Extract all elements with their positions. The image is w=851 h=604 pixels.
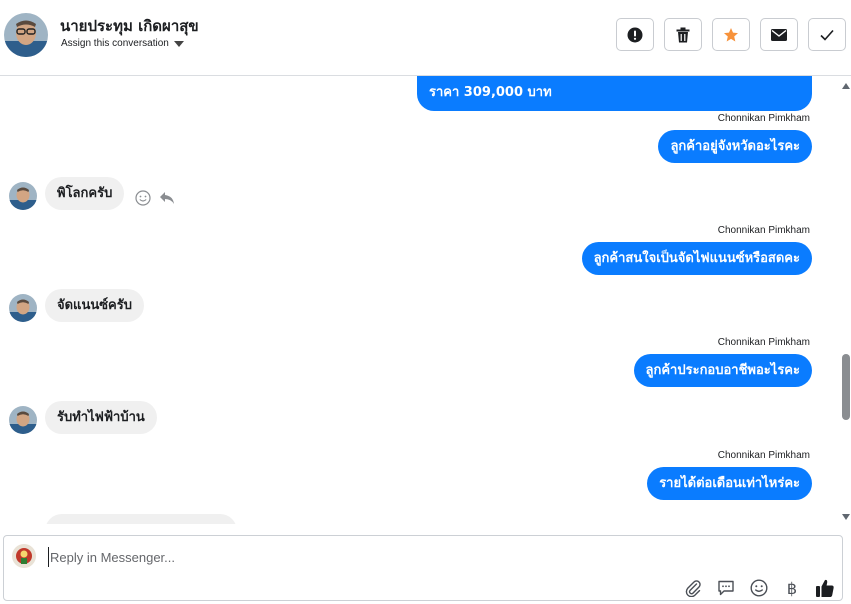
outgoing-message[interactable]: ลูกค้าประกอบอาชีพอะไรคะ: [633, 354, 812, 387]
thread-scrollbar[interactable]: [840, 76, 851, 524]
emoji-button[interactable]: [749, 578, 769, 598]
reply-input[interactable]: [48, 547, 648, 567]
conversation-actions: [616, 18, 846, 51]
scroll-down-arrow-icon[interactable]: [842, 514, 850, 520]
contact-avatar[interactable]: [4, 13, 48, 57]
page-avatar: [12, 544, 36, 568]
sender-name: Chonnikan Pimkham: [717, 450, 810, 461]
contact-name[interactable]: นายประทุม เกิดผาสุข: [60, 14, 199, 38]
assign-label: Assign this conversation: [61, 38, 169, 49]
mark-spam-button[interactable]: [616, 18, 654, 51]
sender-name: Chonnikan Pimkham: [717, 225, 810, 236]
reply-arrow-icon[interactable]: [159, 191, 175, 205]
incoming-message[interactable]: พิโลกครับ: [45, 177, 125, 210]
check-icon: [820, 29, 834, 41]
emoji-icon: [750, 579, 768, 597]
conversation-header: นายประทุม เกิดผาสุข Assign this conversa…: [0, 0, 851, 76]
incoming-message-partial[interactable]: [45, 514, 237, 524]
mark-unread-button[interactable]: [760, 18, 798, 51]
incoming-message[interactable]: รับทำไฟฟ้าบ้าน: [45, 401, 157, 434]
follow-up-button[interactable]: [712, 18, 750, 51]
reply-composer: ฿: [3, 535, 843, 601]
scroll-up-arrow-icon[interactable]: [842, 83, 850, 89]
composer-toolbar: ฿: [683, 578, 835, 598]
contact-avatar-small[interactable]: [9, 294, 37, 322]
envelope-icon: [771, 28, 787, 41]
outgoing-message[interactable]: ราคา 309,000 บาท: [417, 76, 812, 111]
saved-reply-icon: [718, 580, 734, 596]
incoming-message[interactable]: จัดแนนซ์ครับ: [45, 289, 144, 322]
outgoing-message[interactable]: ลูกค้าสนใจเป็นจัดไฟแนนซ์หรือสดคะ: [581, 242, 812, 275]
star-icon: [724, 27, 738, 42]
paperclip-icon: [685, 580, 701, 597]
scroll-thumb[interactable]: [842, 354, 850, 420]
message-hover-tools: [135, 190, 175, 206]
exclamation-icon: [627, 27, 643, 42]
contact-avatar-small[interactable]: [9, 406, 37, 434]
send-like-button[interactable]: [815, 578, 835, 598]
mark-done-button[interactable]: [808, 18, 846, 51]
messenger-inbox: นายประทุม เกิดผาสุข Assign this conversa…: [0, 0, 851, 604]
outgoing-message[interactable]: รายได้ต่อเดือนเท่าไหร่คะ: [647, 467, 812, 500]
react-emoji-icon[interactable]: [135, 190, 151, 206]
payment-button[interactable]: ฿: [782, 578, 802, 598]
contact-avatar-small[interactable]: [9, 182, 37, 210]
attach-file-button[interactable]: [683, 578, 703, 598]
outgoing-message[interactable]: ลูกค้าอยู่จังหวัดอะไรคะ: [658, 130, 812, 163]
message-thread[interactable]: ราคา 309,000 บาท Chonnikan Pimkham ลูกค้…: [0, 76, 840, 524]
caret-down-icon: [173, 41, 184, 47]
baht-icon: ฿: [786, 578, 798, 598]
saved-replies-button[interactable]: [716, 578, 736, 598]
assign-conversation-dropdown[interactable]: Assign this conversation: [61, 38, 184, 49]
delete-button[interactable]: [664, 18, 702, 51]
trash-icon: [676, 27, 690, 42]
sender-name: Chonnikan Pimkham: [717, 337, 810, 348]
sender-name: Chonnikan Pimkham: [717, 113, 810, 124]
thumbs-up-icon: [816, 579, 834, 597]
